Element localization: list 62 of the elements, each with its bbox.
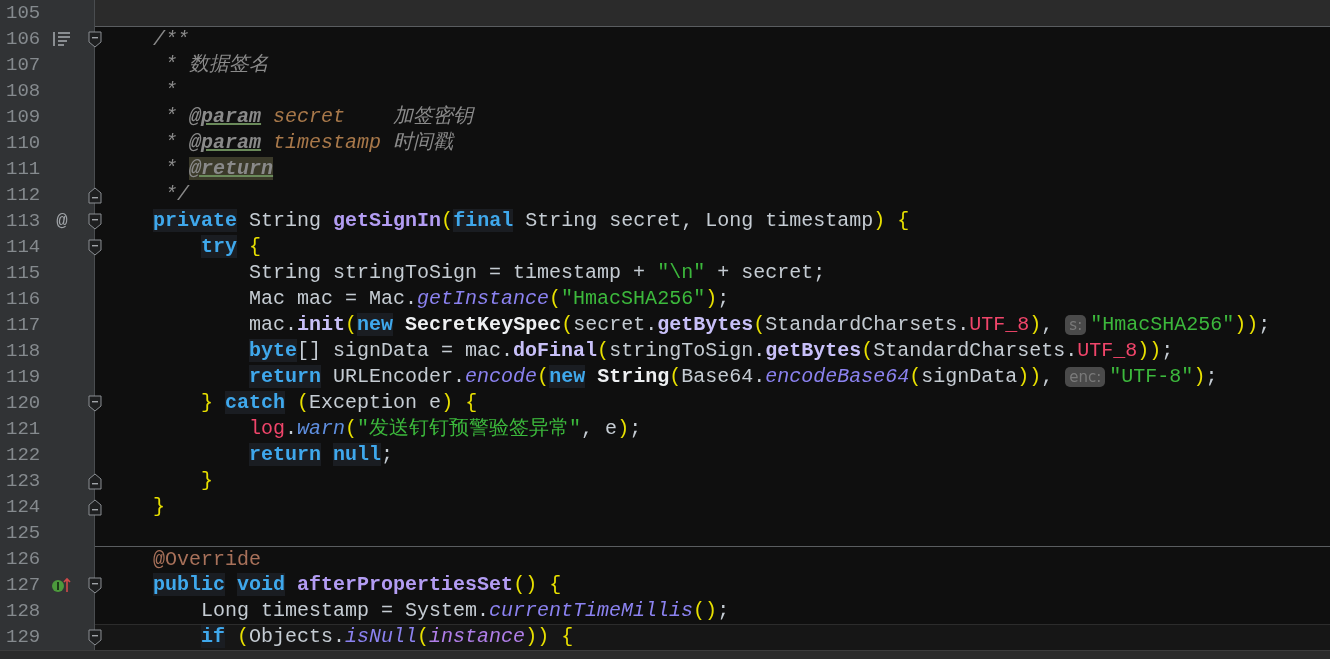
- fold-icon[interactable]: [88, 31, 102, 48]
- line-number: 122: [6, 443, 42, 468]
- code-text: /**: [152, 26, 190, 53]
- code-text: return null;: [248, 442, 394, 468]
- code-text: * @param timestamp 时间戳: [164, 130, 454, 156]
- code-text: */: [164, 182, 190, 208]
- code-text: }: [152, 494, 166, 520]
- code-text: *: [164, 78, 178, 104]
- code-text: "UTF-8");: [1109, 364, 1218, 390]
- implementation-icon[interactable]: [52, 577, 72, 593]
- line-number: 112: [6, 183, 42, 208]
- annotation-marker[interactable]: @: [56, 206, 68, 236]
- line-number: 108: [6, 79, 42, 104]
- line-number: 127: [6, 573, 42, 598]
- fold-icon[interactable]: [88, 187, 102, 204]
- line-number: 109: [6, 105, 42, 130]
- code-text: if (Objects.isNull(instance)) {: [200, 624, 574, 650]
- code-text: public void afterPropertiesSet() {: [152, 572, 562, 598]
- code-text: @Override: [152, 546, 262, 573]
- line-number: 119: [6, 365, 42, 390]
- fold-icon[interactable]: [88, 473, 102, 490]
- code-text: } catch (Exception e) {: [200, 390, 478, 416]
- code-text: Long timestamp = System.currentTimeMillis();: [200, 598, 730, 624]
- line-number: 110: [6, 131, 42, 156]
- line-number: 125: [6, 521, 42, 546]
- line-number: 123: [6, 469, 42, 494]
- code-text: String stringToSign = timestamp + "\n" + secret;: [248, 260, 826, 286]
- line-number: 115: [6, 261, 42, 286]
- line-number: 129: [6, 625, 42, 650]
- fold-icon[interactable]: [88, 577, 102, 594]
- code-text: try {: [200, 234, 262, 260]
- fold-icon[interactable]: [88, 395, 102, 412]
- horizontal-scrollbar[interactable]: [0, 650, 1330, 659]
- code-text: log.warn("发送钉钉预警验签异常", e);: [248, 416, 642, 442]
- fold-icon[interactable]: [88, 499, 102, 516]
- line-number: 114: [6, 235, 42, 260]
- line-number: 128: [6, 599, 42, 624]
- line-number: 106: [6, 27, 42, 52]
- fold-icon[interactable]: [88, 629, 102, 646]
- code-text: private String getSignIn(final String secret, Long timestamp) {: [152, 208, 910, 234]
- code-text: * @param secret 加签密钥: [164, 104, 474, 130]
- code-text: Mac mac = Mac.getInstance("HmacSHA256");: [248, 286, 730, 312]
- line-number: 113: [6, 209, 42, 234]
- line-number: 121: [6, 417, 42, 442]
- line-number: 111: [6, 157, 42, 182]
- fold-icon[interactable]: [88, 239, 102, 256]
- code-text: mac.init(new SecretKeySpec(secret.getBytes(StandardCharsets.UTF_8),: [248, 312, 1055, 338]
- line-number: 107: [6, 53, 42, 78]
- line-number: 124: [6, 495, 42, 520]
- line-number: 118: [6, 339, 42, 364]
- lines-icon[interactable]: [53, 32, 71, 46]
- line-number: 116: [6, 287, 42, 312]
- code-text: return URLEncoder.encode(new String(Base64.encodeBase64(signData)),: [248, 364, 1055, 390]
- fold-icon[interactable]: [88, 213, 102, 230]
- line-number: 120: [6, 391, 42, 416]
- code-text: "HmacSHA256"));: [1090, 312, 1271, 338]
- line-number: 126: [6, 547, 42, 572]
- line-number: 105: [6, 1, 42, 26]
- code-text: }: [200, 468, 214, 494]
- code-text: * 数据签名: [164, 52, 270, 78]
- line-number: 117: [6, 313, 42, 338]
- code-text: byte[] signData = mac.doFinal(stringToSign.getBytes(StandardCharsets.UTF_8));: [248, 338, 1174, 364]
